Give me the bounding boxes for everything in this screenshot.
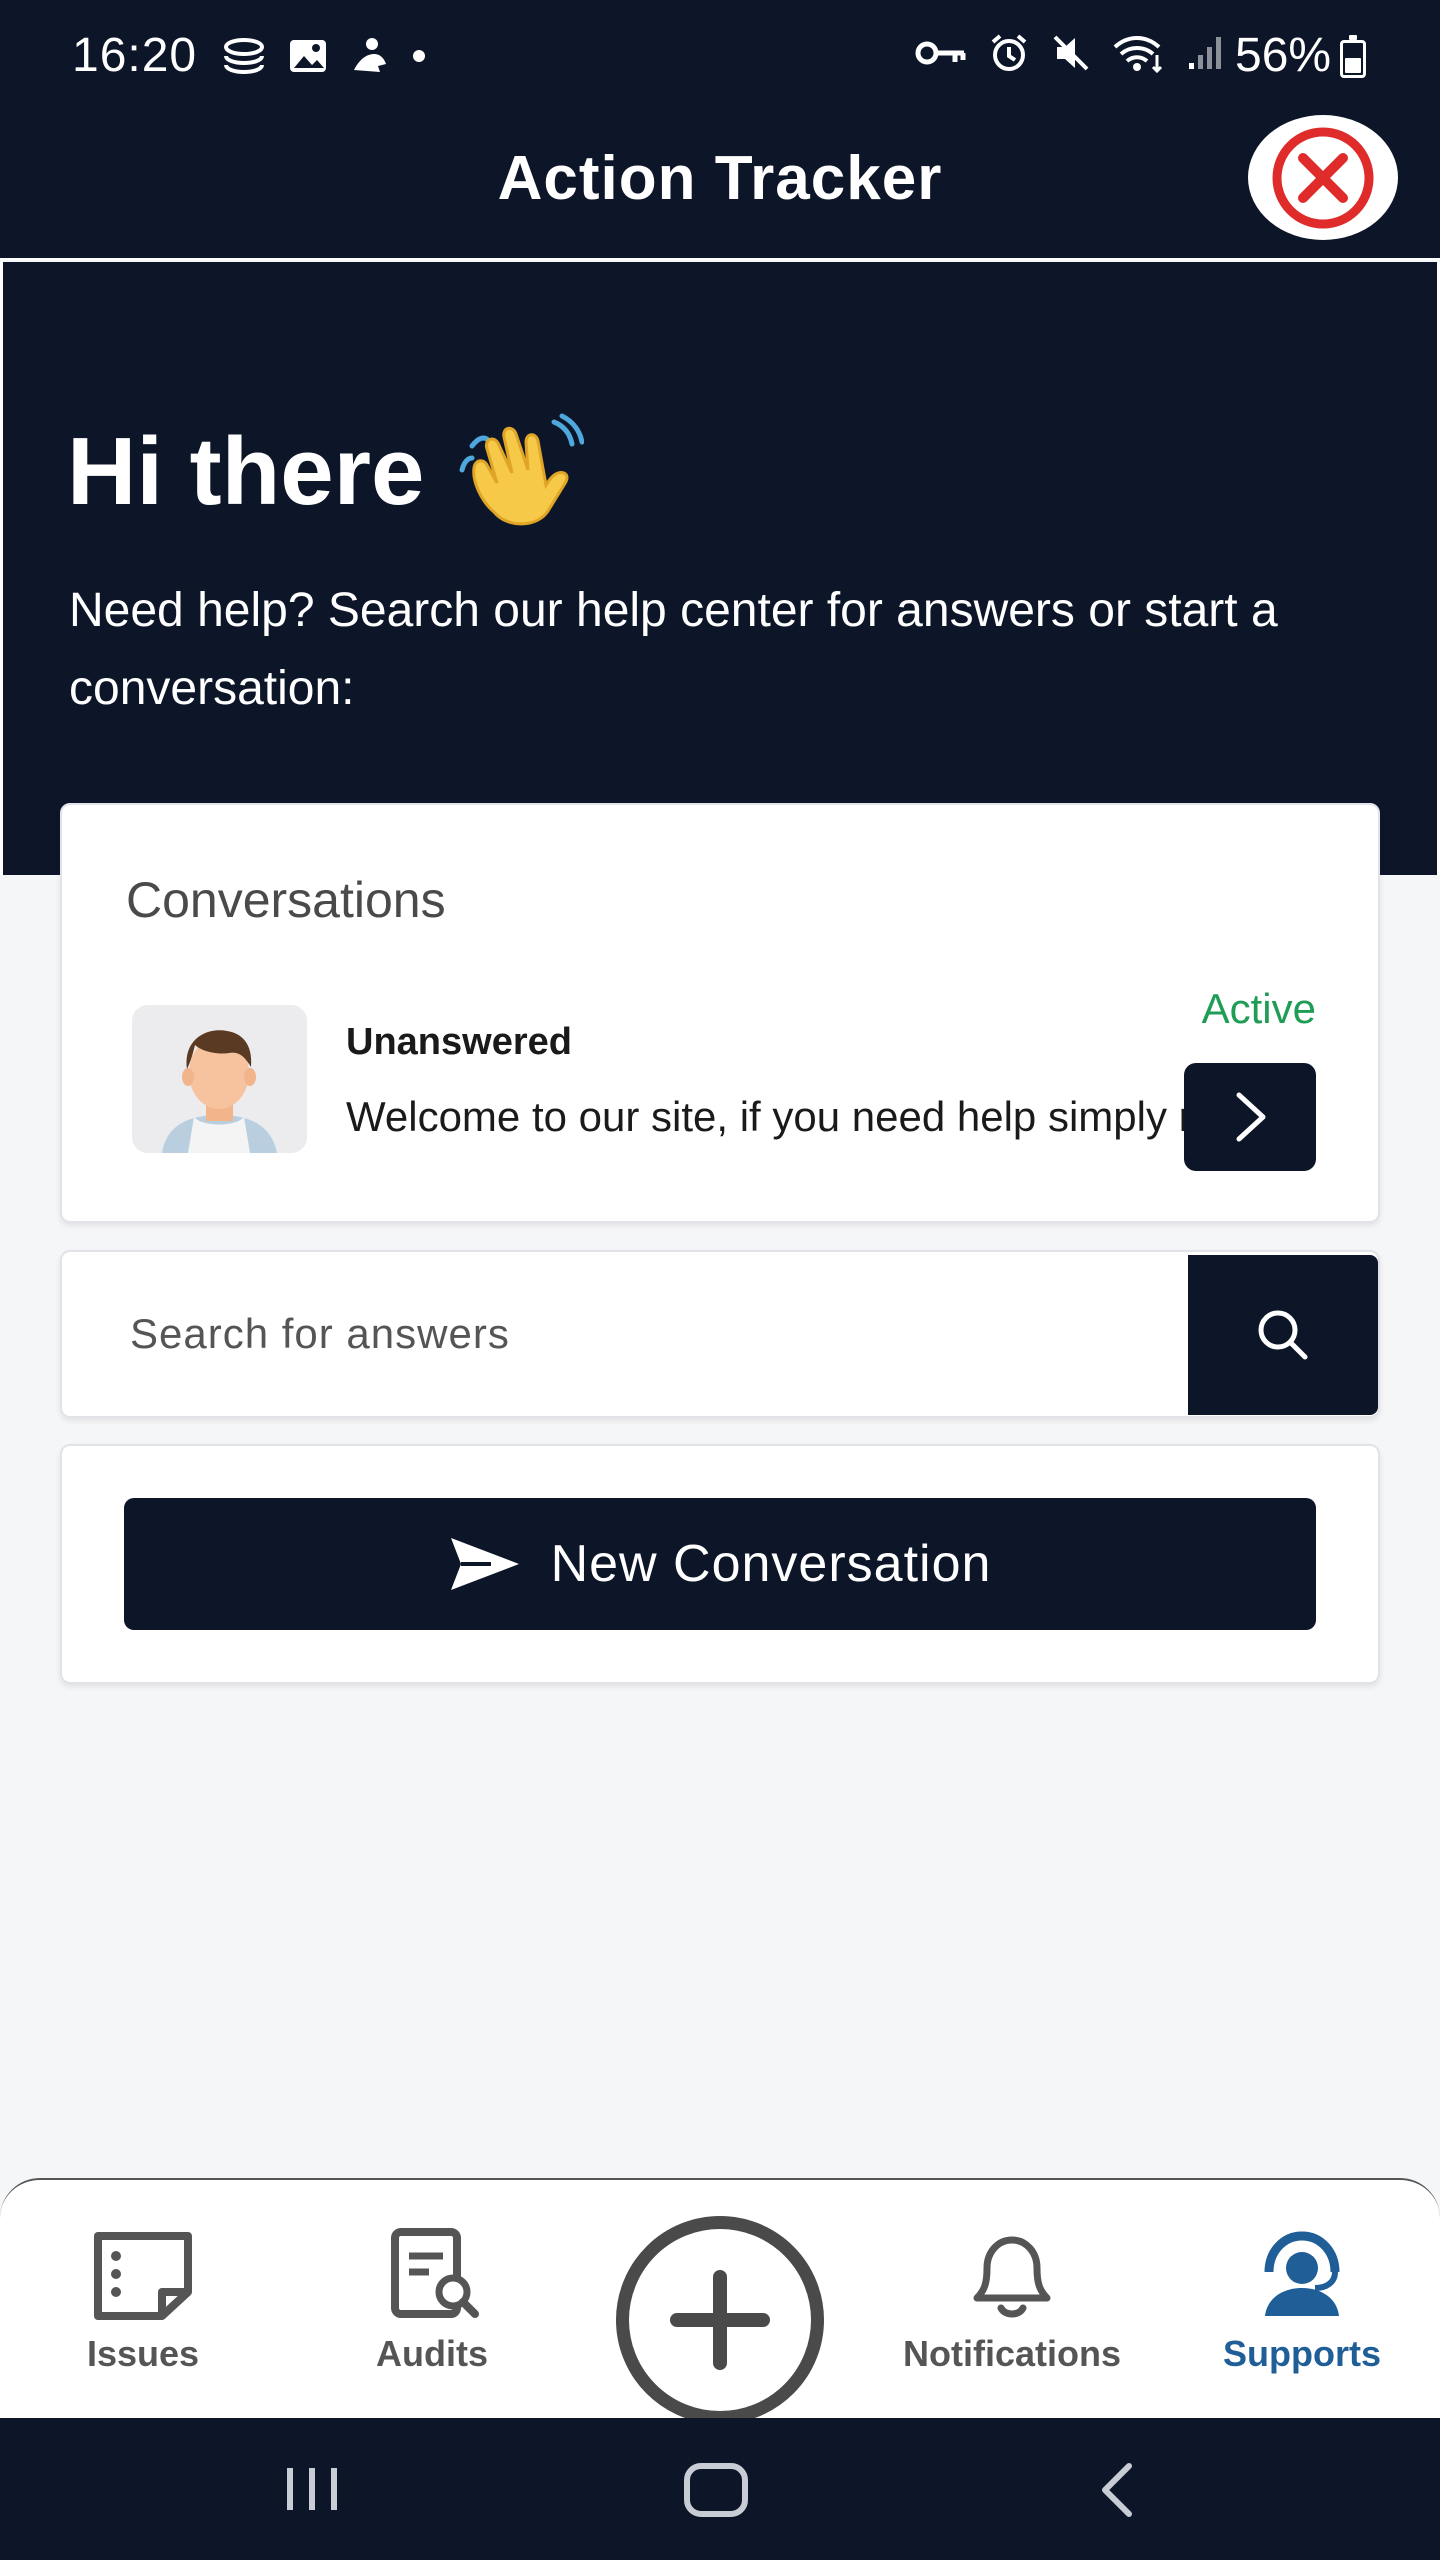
stack-icon bbox=[224, 38, 264, 75]
conversations-title: Conversations bbox=[126, 872, 446, 928]
conversation-name: Unanswered bbox=[346, 1021, 572, 1063]
home-icon[interactable] bbox=[683, 2462, 749, 2518]
new-conversation-card: New Conversation bbox=[60, 1444, 1380, 1684]
send-icon bbox=[450, 1538, 519, 1590]
nav-audits-label: Audits bbox=[376, 2333, 488, 2374]
wifi-icon bbox=[1113, 36, 1163, 73]
status-bar: 16:20 56% bbox=[0, 0, 1440, 115]
bottom-navigation: Issues Audits Notifications Supports bbox=[0, 2178, 1440, 2424]
nav-notifications[interactable]: Notifications bbox=[902, 2228, 1122, 2375]
search-icon bbox=[1258, 1310, 1308, 1360]
nav-notifications-label: Notifications bbox=[902, 2333, 1121, 2374]
dot-icon bbox=[413, 50, 425, 62]
support-icon bbox=[1264, 2231, 1340, 2316]
new-conversation-label: New Conversation bbox=[550, 1535, 992, 1593]
search-button[interactable] bbox=[1188, 1255, 1378, 1415]
status-time: 16:20 bbox=[72, 29, 198, 82]
hero-subtitle: Need help? Search our help center for an… bbox=[69, 584, 1278, 715]
search-card bbox=[60, 1250, 1380, 1418]
app-title: Action Tracker bbox=[497, 144, 943, 213]
issues-icon bbox=[94, 2232, 192, 2320]
battery-icon bbox=[1340, 35, 1366, 78]
image-icon bbox=[290, 40, 326, 72]
nav-supports-label: Supports bbox=[1223, 2333, 1381, 2374]
battery-text: 56% bbox=[1235, 29, 1332, 82]
alarm-icon bbox=[991, 34, 1027, 71]
new-conversation-button[interactable]: New Conversation bbox=[124, 1498, 1316, 1630]
avatar bbox=[132, 1005, 307, 1153]
conversation-preview: Welcome to our site, if you need help si… bbox=[346, 1093, 1236, 1140]
conversation-status: Active bbox=[1201, 985, 1316, 1032]
system-navigation-bar bbox=[0, 2418, 1440, 2560]
nav-supports[interactable]: Supports bbox=[1192, 2228, 1412, 2375]
greeting: Hi there bbox=[67, 412, 585, 532]
mute-icon bbox=[1053, 35, 1089, 71]
chevron-right-icon bbox=[1236, 1092, 1266, 1142]
nav-issues[interactable]: Issues bbox=[33, 2228, 253, 2375]
open-conversation-button[interactable] bbox=[1184, 1063, 1316, 1171]
app-bar: Action Tracker bbox=[0, 115, 1440, 260]
key-icon bbox=[915, 41, 966, 65]
nav-issues-label: Issues bbox=[86, 2333, 200, 2374]
person-icon bbox=[354, 38, 386, 72]
conversations-card: Conversations Active Unanswered Welcome … bbox=[60, 803, 1380, 1223]
audits-icon bbox=[391, 2228, 479, 2318]
waving-hand-icon bbox=[459, 413, 585, 526]
bell-icon bbox=[973, 2236, 1051, 2318]
recent-apps-icon[interactable] bbox=[282, 2464, 342, 2514]
hero-section: Hi there Need help? Search our help cent… bbox=[0, 262, 1440, 875]
plus-icon bbox=[670, 2270, 770, 2370]
nav-add-button[interactable] bbox=[616, 2216, 824, 2424]
search-input[interactable] bbox=[62, 1252, 1187, 1416]
close-button[interactable] bbox=[1248, 115, 1398, 240]
nav-audits[interactable]: Audits bbox=[322, 2228, 542, 2375]
signal-icon bbox=[1189, 37, 1221, 69]
back-icon[interactable] bbox=[1095, 2462, 1139, 2518]
close-icon bbox=[1272, 127, 1374, 228]
greeting-text: Hi there bbox=[67, 418, 425, 525]
